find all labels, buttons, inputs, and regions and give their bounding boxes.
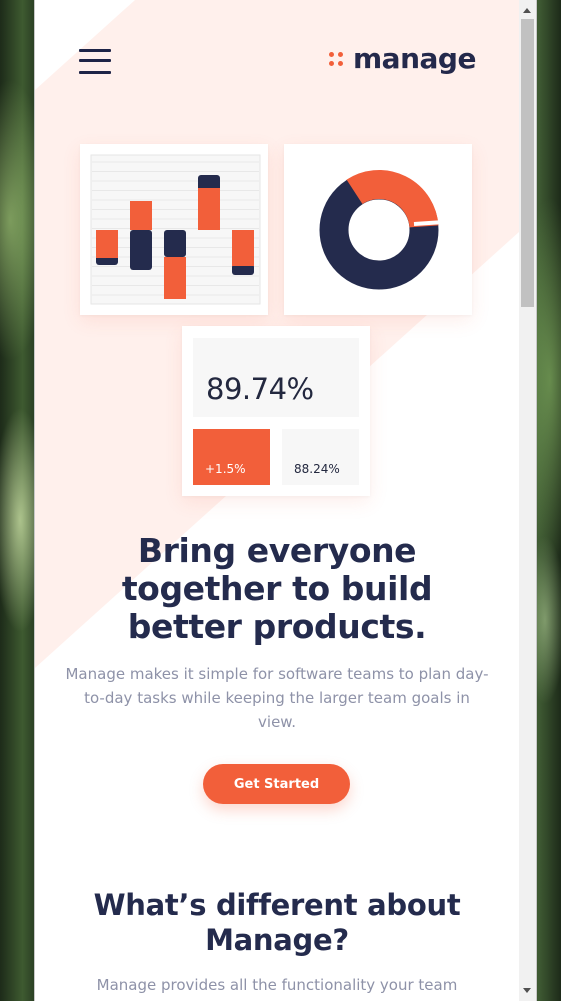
hero-title: Bring everyone together to build better … (35, 532, 519, 646)
vertical-scrollbar[interactable] (519, 0, 536, 1001)
scroll-down-arrow-icon[interactable] (523, 988, 531, 993)
hero-description: Manage makes it simple for software team… (65, 665, 489, 731)
stat-secondary-tile: 88.24% (282, 429, 359, 485)
get-started-button[interactable]: Get Started (203, 764, 350, 804)
features-title-line: What’s different about (93, 888, 461, 922)
scrollbar-thumb[interactable] (521, 19, 534, 307)
hero-title-line: together to build (121, 569, 433, 608)
donut-chart-card (284, 144, 472, 315)
donut-orange-segment (346, 170, 439, 229)
stat-main-tile: 89.74% (193, 338, 359, 417)
stat-change-tile: +1.5% (193, 429, 270, 485)
stat-main-value: 89.74% (206, 372, 314, 406)
browser-window: manage 89.74% +1.5% 88.24% Bring everyon… (35, 0, 536, 1001)
features-description: Manage provides all the functionality yo… (96, 976, 458, 994)
stats-card: 89.74% +1.5% 88.24% (182, 326, 370, 496)
hamburger-menu-icon[interactable] (79, 47, 111, 75)
hero-title-line: better products. (127, 607, 427, 646)
four-dots-logo-icon (329, 51, 344, 68)
page: manage 89.74% +1.5% 88.24% Bring everyon… (35, 0, 519, 1001)
bar-orange-segment (232, 230, 254, 266)
bar-orange-segment (164, 257, 186, 299)
donut-chart (319, 170, 445, 290)
features-title-line: Manage? (205, 923, 349, 957)
bar-navy-segment (130, 230, 152, 270)
logo[interactable]: manage (329, 42, 476, 76)
stat-change-value: +1.5% (205, 462, 246, 476)
scroll-up-arrow-icon[interactable] (523, 8, 531, 13)
bar-chart-card (80, 144, 268, 315)
bar-orange-segment (130, 201, 152, 230)
hero-title-line: Bring everyone (137, 531, 417, 570)
bar-orange-segment (198, 188, 220, 230)
logo-text: manage (353, 42, 476, 75)
bar-navy-segment (164, 230, 186, 257)
features-title: What’s different about Manage? (35, 888, 519, 958)
bar-chart (90, 154, 261, 305)
bar-orange-segment (96, 230, 118, 258)
stat-secondary-value: 88.24% (294, 462, 340, 476)
